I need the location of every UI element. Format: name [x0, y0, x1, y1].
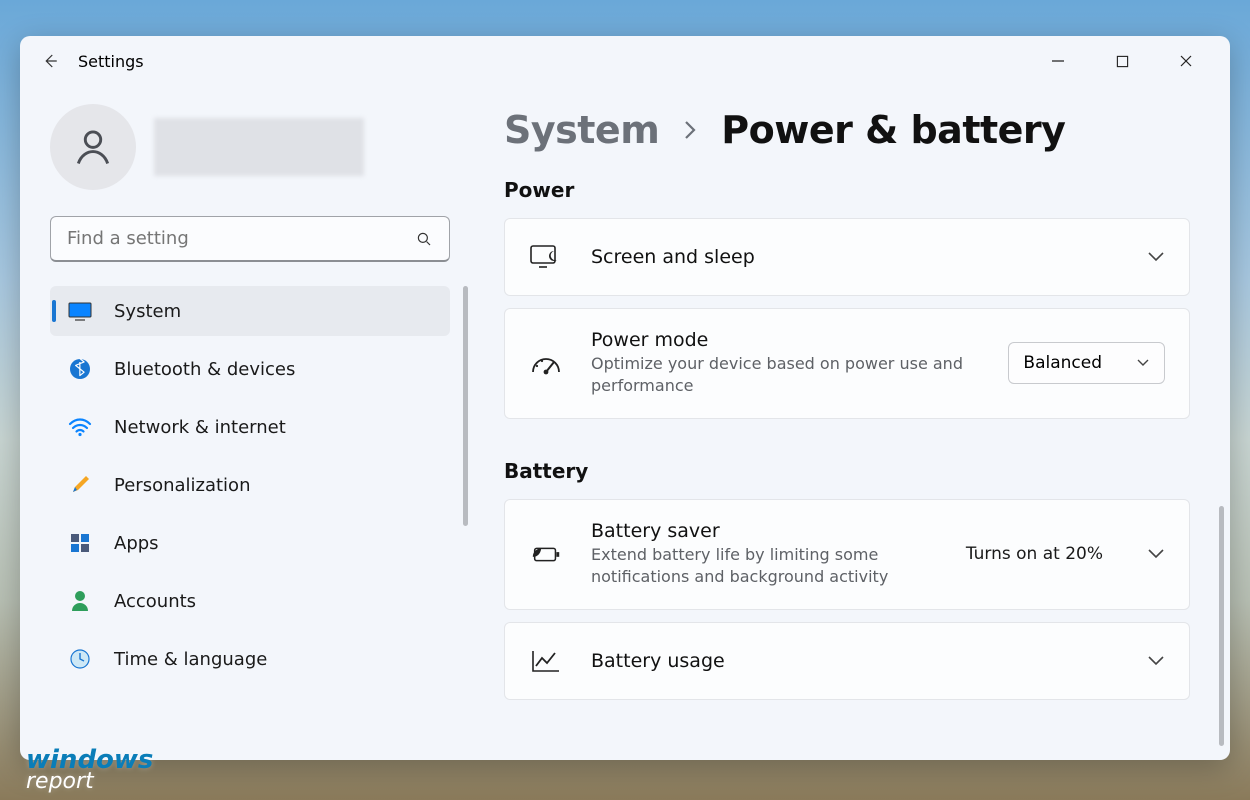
card-title: Battery saver	[591, 520, 938, 542]
back-arrow-icon	[41, 52, 59, 70]
sidebar-item-accounts[interactable]: Accounts	[50, 576, 450, 626]
card-battery-saver[interactable]: Battery saver Extend battery life by lim…	[504, 499, 1190, 610]
minimize-icon	[1051, 54, 1065, 68]
breadcrumb: System Power & battery	[504, 108, 1190, 152]
sidebar-item-label: Network & internet	[114, 417, 286, 438]
clock-globe-icon	[68, 647, 92, 671]
sidebar-item-bluetooth[interactable]: Bluetooth & devices	[50, 344, 450, 394]
card-screen-sleep[interactable]: Screen and sleep	[504, 218, 1190, 296]
search-input[interactable]	[67, 228, 415, 249]
close-button[interactable]	[1166, 45, 1206, 77]
nav-list: System Bluetooth & devices Network & int…	[50, 286, 450, 684]
search-icon	[415, 230, 433, 248]
person-icon	[71, 125, 115, 169]
titlebar: Settings	[20, 36, 1230, 86]
card-power-mode: Power mode Optimize your device based on…	[504, 308, 1190, 419]
sidebar-item-system[interactable]: System	[50, 286, 450, 336]
sidebar: System Bluetooth & devices Network & int…	[20, 86, 480, 760]
sidebar-item-label: Bluetooth & devices	[114, 359, 295, 380]
apps-icon	[68, 531, 92, 555]
desktop-background: Settings	[0, 0, 1250, 800]
username-redacted	[154, 118, 364, 176]
card-subtitle: Extend battery life by limiting some not…	[591, 544, 938, 589]
sidebar-item-label: System	[114, 301, 181, 322]
display-icon	[68, 299, 92, 323]
account-icon	[68, 589, 92, 613]
card-title: Screen and sleep	[591, 246, 1119, 268]
gauge-icon	[529, 346, 563, 380]
main-scrollbar[interactable]	[1219, 506, 1224, 746]
battery-leaf-icon	[529, 537, 563, 571]
avatar[interactable]	[50, 104, 136, 190]
card-subtitle: Optimize your device based on power use …	[591, 353, 971, 398]
chevron-down-icon[interactable]	[1147, 251, 1165, 263]
sidebar-item-personalization[interactable]: Personalization	[50, 460, 450, 510]
profile-row	[50, 104, 450, 190]
sidebar-item-label: Personalization	[114, 475, 250, 496]
watermark-line2: report	[26, 772, 153, 792]
search-input-wrapper[interactable]	[50, 216, 450, 262]
bluetooth-icon	[68, 357, 92, 381]
power-mode-dropdown[interactable]: Balanced	[1008, 342, 1165, 384]
chevron-down-icon	[1136, 358, 1150, 368]
sidebar-item-label: Time & language	[114, 649, 267, 670]
window-title: Settings	[78, 52, 144, 71]
minimize-button[interactable]	[1038, 45, 1078, 77]
card-title: Power mode	[591, 329, 980, 351]
window-controls	[1038, 45, 1220, 77]
screen-sleep-icon	[529, 240, 563, 274]
page-title: Power & battery	[721, 108, 1065, 152]
sidebar-item-label: Apps	[114, 533, 159, 554]
wifi-icon	[68, 415, 92, 439]
paintbrush-icon	[68, 473, 92, 497]
main-content: System Power & battery Power Screen and …	[480, 86, 1230, 760]
chart-icon	[529, 644, 563, 678]
close-icon	[1179, 54, 1193, 68]
chevron-down-icon[interactable]	[1147, 548, 1165, 560]
sidebar-item-network[interactable]: Network & internet	[50, 402, 450, 452]
watermark: windows report	[26, 749, 153, 792]
sidebar-item-apps[interactable]: Apps	[50, 518, 450, 568]
breadcrumb-parent[interactable]: System	[504, 108, 659, 152]
chevron-down-icon[interactable]	[1147, 655, 1165, 667]
settings-window: Settings	[20, 36, 1230, 760]
back-button[interactable]	[30, 41, 70, 81]
sidebar-item-time-language[interactable]: Time & language	[50, 634, 450, 684]
card-value: Turns on at 20%	[966, 544, 1103, 564]
section-battery-title: Battery	[504, 459, 1190, 483]
sidebar-item-label: Accounts	[114, 591, 196, 612]
maximize-icon	[1116, 55, 1129, 68]
card-title: Battery usage	[591, 650, 1119, 672]
maximize-button[interactable]	[1102, 45, 1142, 77]
dropdown-value: Balanced	[1023, 353, 1102, 373]
section-power-title: Power	[504, 178, 1190, 202]
sidebar-scrollbar[interactable]	[463, 286, 468, 526]
card-battery-usage[interactable]: Battery usage	[504, 622, 1190, 700]
chevron-right-icon	[681, 119, 699, 141]
